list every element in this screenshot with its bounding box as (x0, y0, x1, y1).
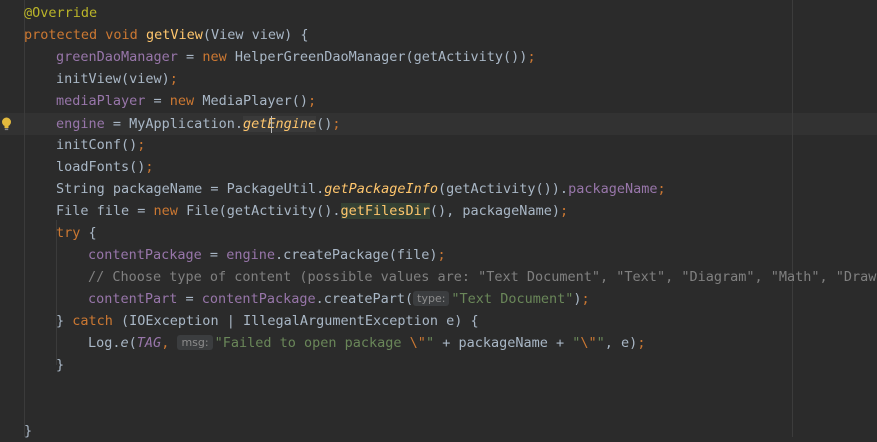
code-text: = MyApplication. (104, 116, 243, 132)
keyword: new (153, 203, 178, 219)
constant-ref: TAG (136, 335, 162, 351)
string-literal: " (596, 335, 605, 351)
comma: , (161, 335, 178, 351)
code-text: = (177, 49, 203, 65)
semicolon: ; (332, 116, 341, 132)
code-text: Log. (88, 335, 121, 351)
keyword: new (202, 49, 227, 65)
code-text: File file = (56, 203, 154, 219)
code-line[interactable]: greenDaoManager = new HelperGreenDaoMana… (56, 46, 536, 68)
code-text: () (316, 116, 333, 132)
lightbulb-icon[interactable] (1, 117, 12, 131)
code-line[interactable]: } (56, 354, 64, 376)
annotation: @Override (24, 5, 98, 21)
field-ref: mediaPlayer (56, 93, 146, 109)
code-text: loadFonts() (56, 159, 146, 175)
code-line[interactable]: @Override (24, 2, 97, 24)
code-text: initView(view) (56, 71, 170, 87)
field-ref: contentPart (88, 291, 178, 307)
code-line[interactable]: try { (56, 222, 97, 244)
code-line[interactable]: loadFonts(); (56, 156, 154, 178)
code-text: .createPart( (315, 291, 414, 307)
semicolon: ; (145, 159, 154, 175)
code-line[interactable]: contentPart = contentPackage.createPart(… (88, 288, 590, 310)
code-text: .createPackage(file) (274, 247, 438, 263)
escape-sequence: \" (409, 335, 426, 351)
parameter-hint: type: (413, 291, 450, 306)
semicolon: ; (137, 137, 146, 153)
code-text: ( (128, 335, 137, 351)
code-line[interactable]: String packageName = PackageUtil.getPack… (56, 178, 666, 200)
code-line[interactable]: mediaPlayer = new MediaPlayer(); (56, 90, 316, 112)
keyword: void (105, 27, 138, 43)
code-comment: // Choose type of content (possible valu… (88, 269, 877, 285)
string-literal: " (425, 335, 435, 351)
string-literal: "Text Document" (451, 291, 574, 307)
semicolon: ; (637, 335, 646, 351)
parameter-hint: msg: (177, 335, 213, 350)
code-line[interactable]: contentPackage = engine.createPackage(fi… (88, 244, 446, 266)
field-ref: packageName (568, 181, 658, 197)
field-ref: engine (56, 116, 105, 132)
escape-sequence: \" (580, 335, 597, 351)
code-text: = (145, 93, 170, 109)
code-text: = (201, 247, 227, 263)
code-text: (getActivity()). (438, 181, 569, 197)
code-text: initConf() (56, 137, 138, 153)
code-text: + packageName + (434, 335, 573, 351)
keyword: protected (24, 27, 98, 43)
field-ref: engine (226, 247, 275, 263)
code-line[interactable]: } catch (IOException | IllegalArgumentEx… (56, 310, 479, 332)
semicolon: ; (437, 247, 446, 263)
code-text: } (56, 313, 73, 329)
static-method-call: getEngine (242, 116, 317, 132)
right-margin-guide (792, 0, 793, 437)
highlighted-method: getFilesDir (340, 203, 430, 219)
field-ref: contentPackage (201, 291, 316, 307)
code-text: (IOException | IllegalArgumentException … (112, 313, 479, 329)
keyword: try (56, 225, 81, 241)
semicolon: ; (169, 71, 178, 87)
string-literal: "Failed to open package (214, 335, 410, 351)
field-ref: contentPackage (88, 247, 202, 263)
code-line-current[interactable]: engine = MyApplication.getEngine(); (56, 113, 341, 135)
code-text: , e) (604, 335, 638, 351)
code-line[interactable]: // Choose type of content (possible valu… (88, 266, 877, 288)
indent-guide (24, 0, 25, 437)
method-name: getView (145, 27, 203, 43)
code-text: (), packageName) (429, 203, 560, 219)
code-line[interactable]: protected void getView(View view) { (24, 24, 309, 46)
code-text: File(getActivity(). (177, 203, 341, 219)
code-text: (View view) { (202, 27, 309, 43)
semicolon: ; (657, 181, 666, 197)
semicolon: ; (527, 49, 536, 65)
keyword: catch (72, 313, 113, 329)
static-method-call: getPackageInfo (324, 181, 439, 197)
code-text: MediaPlayer() (194, 93, 308, 109)
semicolon: ; (581, 291, 590, 307)
code-text: String packageName = PackageUtil. (56, 181, 325, 197)
closing-brace: } (56, 357, 65, 373)
code-line[interactable]: } (24, 420, 32, 442)
code-line[interactable]: initView(view); (56, 68, 178, 90)
static-method-call: e (120, 335, 129, 351)
code-text: { (80, 225, 97, 241)
keyword: new (169, 93, 195, 109)
text-caret (271, 116, 272, 133)
field-ref: greenDaoManager (56, 49, 178, 65)
code-line[interactable]: File file = new File(getActivity().getFi… (56, 200, 568, 222)
code-line[interactable]: initConf(); (56, 134, 145, 156)
code-line[interactable]: Log.e(TAG, msg: "Failed to open package \… (88, 332, 645, 354)
code-editor[interactable]: @Override protected void getView(View vi… (0, 0, 877, 439)
semicolon: ; (307, 93, 317, 109)
code-text: HelperGreenDaoManager(getActivity()) (226, 49, 528, 65)
code-text: = (177, 291, 202, 307)
semicolon: ; (559, 203, 569, 219)
